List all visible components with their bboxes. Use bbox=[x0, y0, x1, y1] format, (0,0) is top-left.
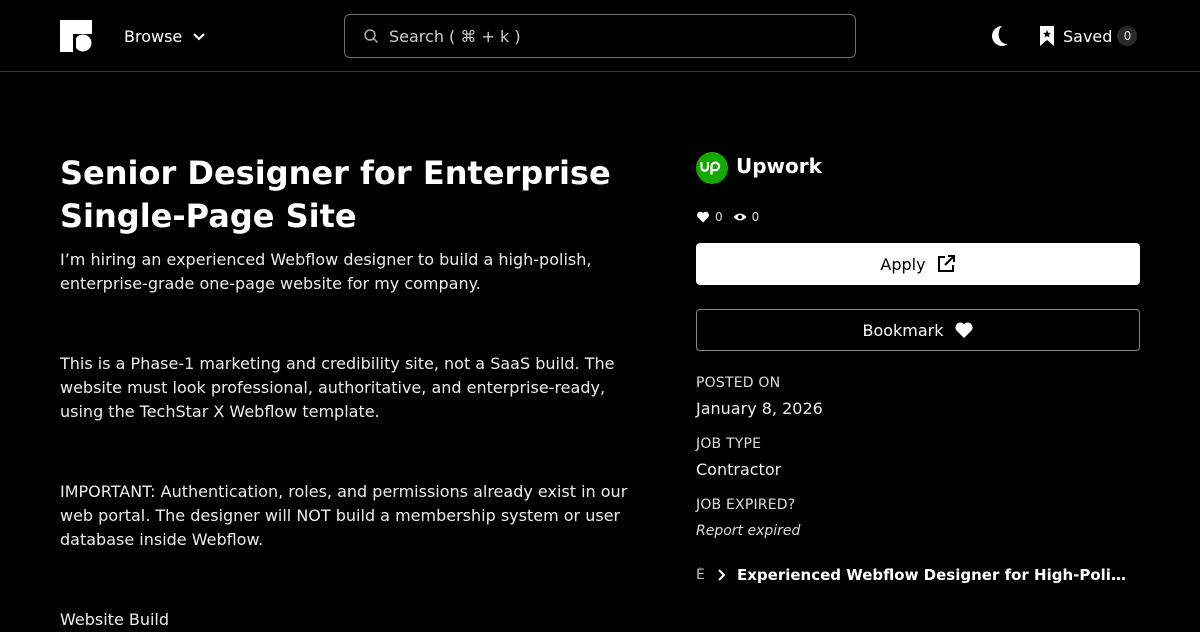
posted-on-value: January 8, 2026 bbox=[696, 399, 823, 418]
external-link-icon bbox=[937, 255, 955, 272]
search-input[interactable] bbox=[389, 26, 829, 46]
saved-count-badge: 0 bbox=[1117, 26, 1138, 46]
search-box[interactable] bbox=[344, 14, 856, 58]
description-paragraph: I’m hiring an experienced Webflow design… bbox=[60, 250, 592, 293]
job-stats: 0 0 bbox=[696, 208, 1140, 226]
job-type-value: Contractor bbox=[696, 460, 782, 479]
company-name: Upwork bbox=[736, 154, 822, 178]
search-icon bbox=[364, 29, 379, 44]
related-prefix: É bbox=[696, 567, 705, 583]
description-paragraph: This is a Phase-1 marketing and credibil… bbox=[60, 354, 615, 421]
job-description: Senior Designer for Enterprise Single-Pa… bbox=[60, 152, 630, 632]
job-title: Senior Designer for Enterprise Single-Pa… bbox=[60, 154, 611, 235]
heart-icon bbox=[954, 322, 973, 338]
browse-label: Browse bbox=[124, 26, 183, 46]
saved-label: Saved bbox=[1063, 26, 1113, 46]
bookmark-label: Bookmark bbox=[862, 320, 944, 340]
job-type-label: JOB TYPE bbox=[696, 436, 762, 452]
chevron-down-icon bbox=[193, 33, 205, 41]
moon-icon[interactable] bbox=[988, 24, 1010, 48]
job-sidebar: Upwork 0 0 Apply Bookmark POSTED ON Janu… bbox=[696, 152, 1140, 585]
description-paragraph: Website Build bbox=[60, 610, 170, 629]
eye-icon bbox=[733, 213, 747, 221]
upwork-logo-icon bbox=[696, 152, 728, 184]
bookmark-icon bbox=[1040, 26, 1054, 46]
likes-count: 0 bbox=[715, 210, 723, 224]
company-header[interactable]: Upwork bbox=[696, 152, 1140, 184]
apply-label: Apply bbox=[880, 254, 926, 274]
job-expired-label: JOB EXPIRED? bbox=[696, 497, 796, 513]
site-logo[interactable] bbox=[60, 20, 92, 52]
saved-button[interactable]: Saved 0 bbox=[1038, 24, 1138, 48]
report-expired-link[interactable]: Report expired bbox=[696, 523, 1140, 539]
browse-menu-button[interactable]: Browse bbox=[124, 24, 206, 48]
chevron-right-icon bbox=[718, 569, 726, 581]
related-job-title: Experienced Webflow Designer for High-Po… bbox=[737, 566, 1129, 584]
bookmark-button[interactable]: Bookmark bbox=[696, 309, 1140, 351]
posted-on-label: POSTED ON bbox=[696, 375, 781, 391]
heart-icon[interactable] bbox=[696, 210, 710, 224]
apply-button[interactable]: Apply bbox=[696, 243, 1140, 285]
related-job-link[interactable]: É Experienced Webflow Designer for High-… bbox=[696, 565, 1140, 585]
top-nav: Browse Saved 0 bbox=[0, 0, 1200, 72]
description-paragraph: IMPORTANT: Authentication, roles, and pe… bbox=[60, 482, 628, 549]
views-count: 0 bbox=[751, 210, 760, 224]
